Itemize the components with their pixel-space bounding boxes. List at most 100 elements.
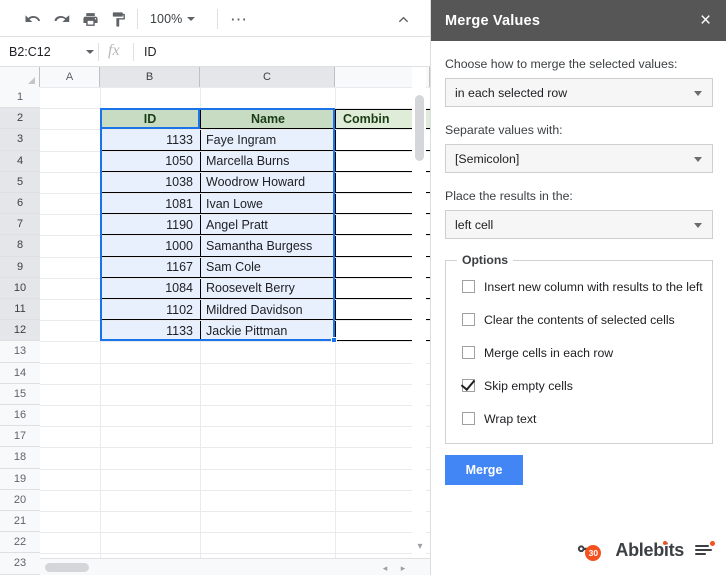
vertical-scrollbar-thumb[interactable]	[415, 95, 424, 161]
cell-C11[interactable]: Mildred Davidson	[200, 300, 335, 321]
print-icon[interactable]	[79, 8, 101, 30]
chevron-down-icon	[694, 223, 702, 228]
gridline	[40, 468, 430, 470]
panel-footer: 30 Ablebits	[574, 539, 715, 561]
key-count-badge: 30	[585, 545, 602, 561]
column-header-a[interactable]: A	[40, 67, 100, 87]
cell-B2[interactable]: ID	[100, 109, 200, 130]
row-headers: 1 2 3 4 5 6 7 8 9 10 11 12 13 14 15 16 17 18 19 20 21 22 23	[0, 87, 40, 575]
formula-divider-2	[133, 43, 134, 61]
option-row-3[interactable]: Skip empty cells	[446, 374, 712, 397]
cell-C7[interactable]: Angel Pratt	[200, 215, 335, 236]
column-headers: ABC	[0, 67, 430, 87]
cell-C8[interactable]: Samantha Burgess	[200, 236, 335, 257]
scroll-right-arrow-icon[interactable]: ▸	[398, 563, 408, 573]
cell-B6[interactable]: 1081	[100, 194, 200, 215]
gridline	[40, 447, 430, 449]
row-header-18[interactable]: 18	[0, 447, 40, 469]
row-header-9[interactable]: 9	[0, 256, 40, 278]
row-header-5[interactable]: 5	[0, 171, 40, 193]
zoom-dropdown[interactable]: 100%	[150, 9, 196, 29]
column-header-b[interactable]: B	[100, 67, 200, 87]
horizontal-scrollbar-thumb[interactable]	[45, 563, 89, 572]
name-box[interactable]: B2:C12	[0, 37, 96, 66]
cell-C12[interactable]: Jackie Pittman	[200, 321, 335, 342]
option-row-4[interactable]: Wrap text	[446, 407, 712, 430]
row-header-10[interactable]: 10	[0, 277, 40, 299]
cell-B12[interactable]: 1133	[100, 321, 200, 342]
row-header-2[interactable]: 2	[0, 108, 40, 130]
merge-values-panel: Merge Values × Choose how to merge the s…	[430, 0, 726, 575]
row-header-19[interactable]: 19	[0, 468, 40, 490]
panel-title: Merge Values	[445, 12, 541, 29]
gridline	[40, 532, 430, 534]
checkbox-0[interactable]	[462, 280, 475, 293]
row-header-3[interactable]: 3	[0, 129, 40, 151]
cell-B8[interactable]: 1000	[100, 236, 200, 257]
chevron-up-icon[interactable]	[392, 8, 414, 30]
more-options-icon[interactable]: ⋯	[228, 8, 250, 30]
row-header-21[interactable]: 21	[0, 511, 40, 533]
row-header-11[interactable]: 11	[0, 299, 40, 321]
undo-icon[interactable]	[22, 8, 44, 30]
formula-input[interactable]: ID	[144, 37, 157, 66]
options-legend: Options	[457, 253, 514, 267]
vertical-scrollbar[interactable]	[412, 67, 426, 557]
fill-handle[interactable]	[331, 337, 337, 344]
row-header-8[interactable]: 8	[0, 235, 40, 257]
cell-C5[interactable]: Woodrow Howard	[200, 172, 335, 193]
row-header-17[interactable]: 17	[0, 426, 40, 448]
row-header-23[interactable]: 23	[0, 553, 40, 575]
horizontal-scrollbar[interactable]: ◂ ▸	[40, 558, 430, 575]
paint-format-icon[interactable]	[107, 8, 129, 30]
row-header-13[interactable]: 13	[0, 341, 40, 363]
placement-select[interactable]: left cell	[445, 210, 713, 239]
row-header-12[interactable]: 12	[0, 320, 40, 342]
panel-body: Choose how to merge the selected values:…	[431, 41, 726, 575]
checkbox-4[interactable]	[462, 412, 475, 425]
hamburger-menu-icon[interactable]	[695, 541, 715, 558]
row-header-22[interactable]: 22	[0, 532, 40, 554]
checkbox-2[interactable]	[462, 346, 475, 359]
cell-C4[interactable]: Marcella Burns	[200, 151, 335, 172]
key-icon[interactable]: 30	[574, 539, 604, 561]
option-row-2[interactable]: Merge cells in each row	[446, 341, 712, 364]
placement-value: left cell	[455, 217, 494, 232]
option-row-1[interactable]: Clear the contents of selected cells	[446, 308, 712, 331]
cell-C10[interactable]: Roosevelt Berry	[200, 278, 335, 299]
checkbox-1[interactable]	[462, 313, 475, 326]
row-header-14[interactable]: 14	[0, 362, 40, 384]
cell-C9[interactable]: Sam Cole	[200, 257, 335, 278]
cell-C3[interactable]: Faye Ingram	[200, 130, 335, 151]
zoom-level-label: 100%	[150, 12, 183, 26]
merge-how-select[interactable]: in each selected row	[445, 78, 713, 107]
scroll-down-arrow-icon[interactable]: ▾	[414, 540, 426, 552]
gridline	[40, 553, 430, 555]
option-row-0[interactable]: Insert new column with results to the le…	[446, 275, 712, 298]
row-header-1[interactable]: 1	[0, 87, 40, 109]
cell-B9[interactable]: 1167	[100, 257, 200, 278]
cell-B7[interactable]: 1190	[100, 215, 200, 236]
scroll-left-arrow-icon[interactable]: ◂	[380, 563, 390, 573]
redo-icon[interactable]	[50, 8, 72, 30]
row-header-20[interactable]: 20	[0, 489, 40, 511]
merge-button[interactable]: Merge	[445, 455, 523, 485]
select-all-corner[interactable]	[0, 67, 40, 87]
cell-B10[interactable]: 1084	[100, 278, 200, 299]
cell-B11[interactable]: 1102	[100, 300, 200, 321]
row-header-16[interactable]: 16	[0, 405, 40, 427]
name-box-chevron-down-icon[interactable]	[86, 50, 94, 54]
column-header-c[interactable]: C	[200, 67, 335, 87]
separator-select[interactable]: [Semicolon]	[445, 144, 713, 173]
cell-B5[interactable]: 1038	[100, 172, 200, 193]
row-header-15[interactable]: 15	[0, 383, 40, 405]
cell-B3[interactable]: 1133	[100, 130, 200, 151]
cell-B4[interactable]: 1050	[100, 151, 200, 172]
cell-C6[interactable]: Ivan Lowe	[200, 194, 335, 215]
row-header-7[interactable]: 7	[0, 214, 40, 236]
row-header-4[interactable]: 4	[0, 150, 40, 172]
close-icon[interactable]: ×	[695, 10, 716, 31]
cell-C2[interactable]: Name	[200, 109, 335, 130]
row-header-6[interactable]: 6	[0, 193, 40, 215]
checkbox-3[interactable]	[462, 379, 475, 392]
